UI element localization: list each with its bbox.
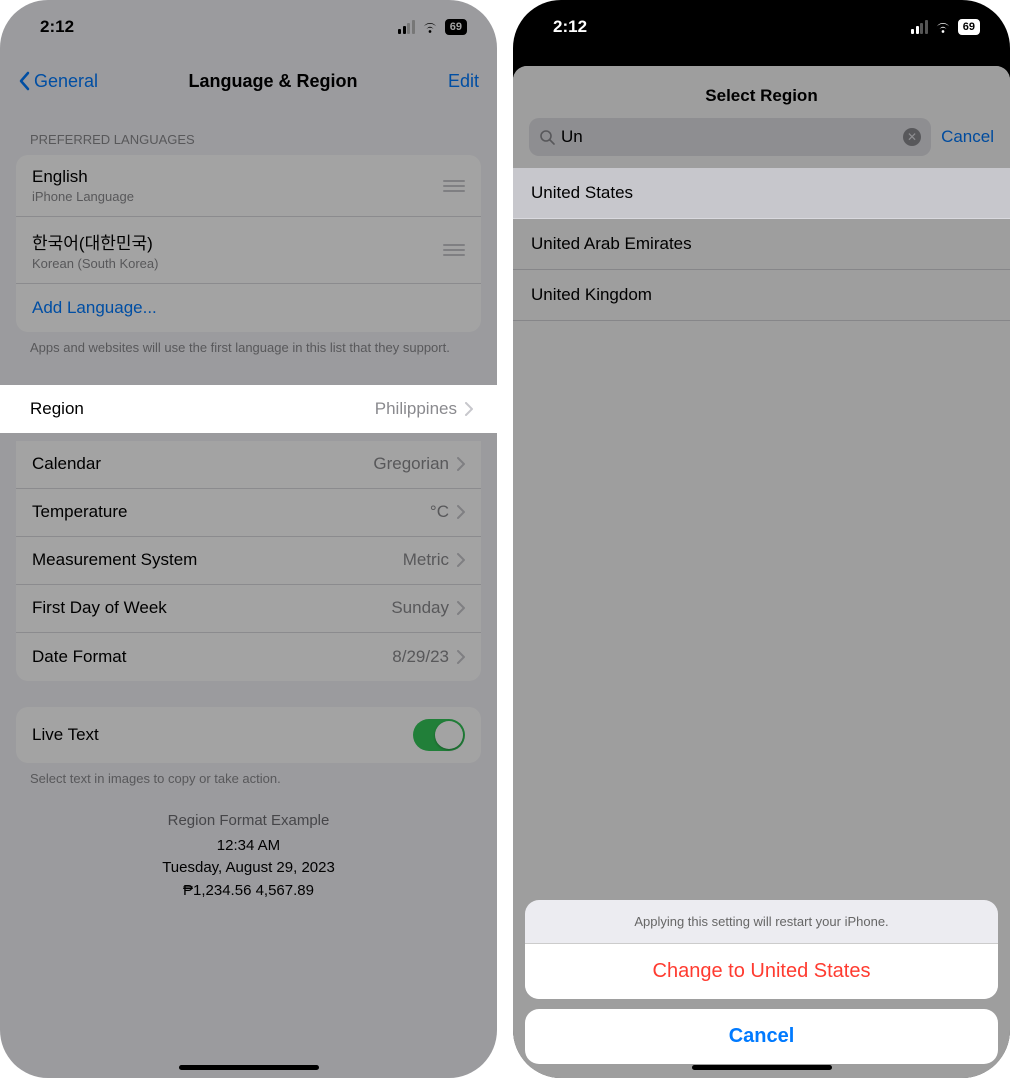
action-cancel-button[interactable]: Cancel: [525, 1009, 998, 1064]
example-numbers: ₱1,234.56 4,567.89: [0, 880, 497, 903]
confirm-change-button[interactable]: Change to United States: [525, 944, 998, 999]
preferred-languages-header: PREFERRED LANGUAGES: [0, 108, 497, 155]
drag-handle-icon[interactable]: [443, 180, 465, 192]
region-settings-group: Calendar Gregorian Temperature °C Measur…: [16, 441, 481, 681]
live-text-footer: Select text in images to copy or take ac…: [0, 763, 497, 808]
chevron-right-icon: [465, 402, 473, 416]
status-bar: 2:12 69: [0, 0, 497, 54]
left-screenshot: 2:12 69 General Language & Region Edit P…: [0, 0, 497, 1078]
languages-group: English iPhone Language 한국어(대한민국) Korean…: [16, 155, 481, 332]
status-right: 69: [398, 19, 467, 35]
chevron-right-icon: [457, 457, 465, 471]
language-row[interactable]: English iPhone Language: [16, 155, 481, 217]
settings-content: PREFERRED LANGUAGES English iPhone Langu…: [0, 108, 497, 902]
first-day-row[interactable]: First Day of Week Sunday: [16, 585, 481, 633]
date-format-row[interactable]: Date Format 8/29/23: [16, 633, 481, 681]
calendar-value: Gregorian: [373, 454, 449, 474]
temperature-row[interactable]: Temperature °C: [16, 489, 481, 537]
language-row[interactable]: 한국어(대한민국) Korean (South Korea): [16, 217, 481, 284]
select-region-sheet: Select Region ✕ Cancel United States Uni…: [513, 66, 1010, 1078]
status-time: 2:12: [553, 17, 587, 37]
chevron-right-icon: [457, 553, 465, 567]
live-text-label: Live Text: [32, 725, 99, 745]
right-screenshot: 2:12 69 Select Region ✕ Cancel United St…: [513, 0, 1010, 1078]
chevron-left-icon: [18, 71, 30, 91]
language-name: English: [32, 167, 134, 187]
example-title: Region Format Example: [0, 812, 497, 829]
live-text-toggle[interactable]: [413, 719, 465, 751]
languages-footer: Apps and websites will use the first lan…: [0, 332, 497, 377]
calendar-row[interactable]: Calendar Gregorian: [16, 441, 481, 489]
home-indicator: [692, 1065, 832, 1070]
drag-handle-icon[interactable]: [443, 244, 465, 256]
chevron-right-icon: [457, 505, 465, 519]
home-indicator: [179, 1065, 319, 1070]
calendar-label: Calendar: [32, 454, 101, 474]
first-day-label: First Day of Week: [32, 598, 167, 618]
temperature-label: Temperature: [32, 502, 127, 522]
region-row[interactable]: Region Philippines: [0, 385, 497, 433]
nav-bar: General Language & Region Edit: [0, 54, 497, 108]
edit-button[interactable]: Edit: [448, 71, 479, 92]
region-format-example: Region Format Example 12:34 AM Tuesday, …: [0, 808, 497, 903]
language-detail: Korean (South Korea): [32, 256, 158, 271]
language-name: 한국어(대한민국): [32, 229, 158, 254]
measurement-row[interactable]: Measurement System Metric: [16, 537, 481, 585]
action-message: Applying this setting will restart your …: [525, 900, 998, 944]
measurement-value: Metric: [403, 550, 449, 570]
language-detail: iPhone Language: [32, 189, 134, 204]
wifi-icon: [934, 20, 952, 34]
chevron-right-icon: [457, 601, 465, 615]
back-button[interactable]: General: [18, 71, 98, 92]
example-date: Tuesday, August 29, 2023: [0, 857, 497, 880]
first-day-value: Sunday: [391, 598, 449, 618]
status-right: 69: [911, 19, 980, 35]
add-language-button[interactable]: Add Language...: [16, 284, 481, 332]
live-text-group: Live Text: [16, 707, 481, 763]
back-label: General: [34, 71, 98, 92]
example-time: 12:34 AM: [0, 835, 497, 858]
cellular-icon: [398, 20, 415, 34]
battery-icon: 69: [958, 19, 980, 35]
region-label: Region: [30, 399, 84, 419]
region-row-highlight: Region Philippines: [0, 385, 497, 433]
temperature-value: °C: [430, 502, 449, 522]
region-result-united-states[interactable]: United States: [513, 168, 1010, 219]
measurement-label: Measurement System: [32, 550, 197, 570]
battery-icon: 69: [445, 19, 467, 35]
status-bar: 2:12 69: [513, 0, 1010, 54]
wifi-icon: [421, 20, 439, 34]
date-format-value: 8/29/23: [392, 647, 449, 667]
page-title: Language & Region: [189, 71, 358, 92]
chevron-right-icon: [457, 650, 465, 664]
add-language-label: Add Language...: [32, 298, 157, 318]
region-value: Philippines: [375, 399, 457, 419]
live-text-row: Live Text: [16, 707, 481, 763]
date-format-label: Date Format: [32, 647, 126, 667]
action-group: Applying this setting will restart your …: [525, 900, 998, 999]
cellular-icon: [911, 20, 928, 34]
action-sheet: Applying this setting will restart your …: [525, 900, 998, 1064]
status-time: 2:12: [40, 17, 74, 37]
